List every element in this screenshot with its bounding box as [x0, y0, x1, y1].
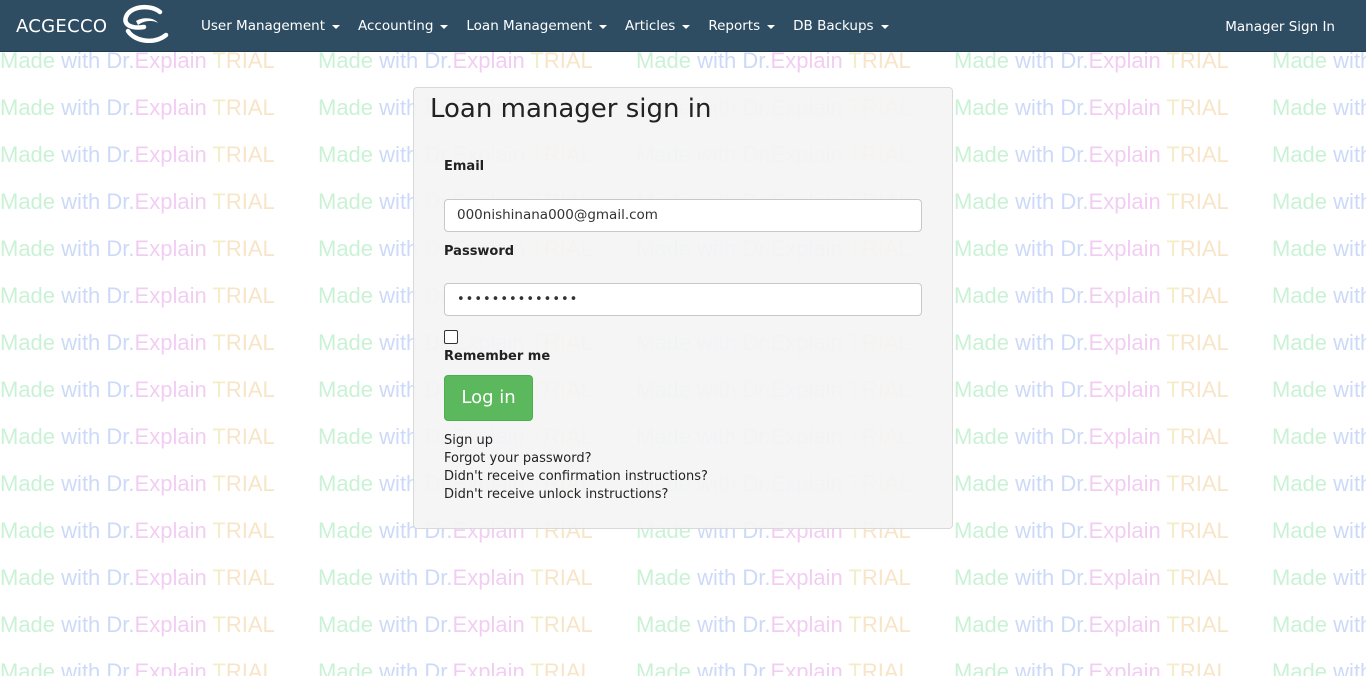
caret-down-icon [767, 24, 776, 29]
watermark-row: Made with Dr.Explain TRIALMade with Dr.E… [0, 659, 1366, 676]
nav-articles[interactable]: Articles [616, 0, 699, 52]
caret-down-icon [880, 24, 889, 29]
login-button[interactable]: Log in [444, 375, 533, 421]
forgot-password-link[interactable]: Forgot your password? [444, 450, 708, 468]
password-field[interactable]: •••••••••••••• [444, 283, 922, 316]
nav-db-backups[interactable]: DB Backups [784, 0, 897, 52]
email-label: Email [444, 159, 485, 174]
watermark-row: Made with Dr.Explain TRIALMade with Dr.E… [0, 565, 1366, 590]
caret-down-icon [332, 24, 340, 29]
caret-down-icon [598, 24, 607, 29]
remember-me-label: Remember me [444, 349, 551, 364]
email-field[interactable]: 000nishinana000@gmail.com [444, 199, 922, 232]
auth-links: Sign up Forgot your password? Didn't rec… [444, 432, 708, 504]
confirmation-instructions-link[interactable]: Didn't receive confirmation instructions… [444, 468, 708, 486]
caret-down-icon [440, 24, 449, 29]
brand-name[interactable]: ACGECCO [16, 0, 107, 52]
remember-me-checkbox[interactable] [444, 330, 458, 344]
page-title: Loan manager sign in [430, 94, 712, 124]
sign-up-link[interactable]: Sign up [444, 432, 708, 450]
manager-sign-in-link[interactable]: Manager Sign In [1225, 0, 1335, 52]
nav-reports[interactable]: Reports [699, 0, 784, 52]
caret-down-icon [682, 24, 691, 29]
password-label: Password [444, 244, 515, 259]
nav-user-management[interactable]: User Management [192, 0, 349, 52]
nav-loan-management[interactable]: Loan Management [457, 0, 616, 52]
nav-accounting[interactable]: Accounting [349, 0, 457, 52]
top-navbar: ACGECCO User Management Accounting Loan … [0, 0, 1366, 52]
brand-logo-icon[interactable] [120, 3, 172, 47]
unlock-instructions-link[interactable]: Didn't receive unlock instructions? [444, 486, 708, 504]
watermark-row: Made with Dr.Explain TRIALMade with Dr.E… [0, 612, 1366, 637]
sign-in-panel: Loan manager sign in Email 000nishinana0… [413, 87, 953, 529]
